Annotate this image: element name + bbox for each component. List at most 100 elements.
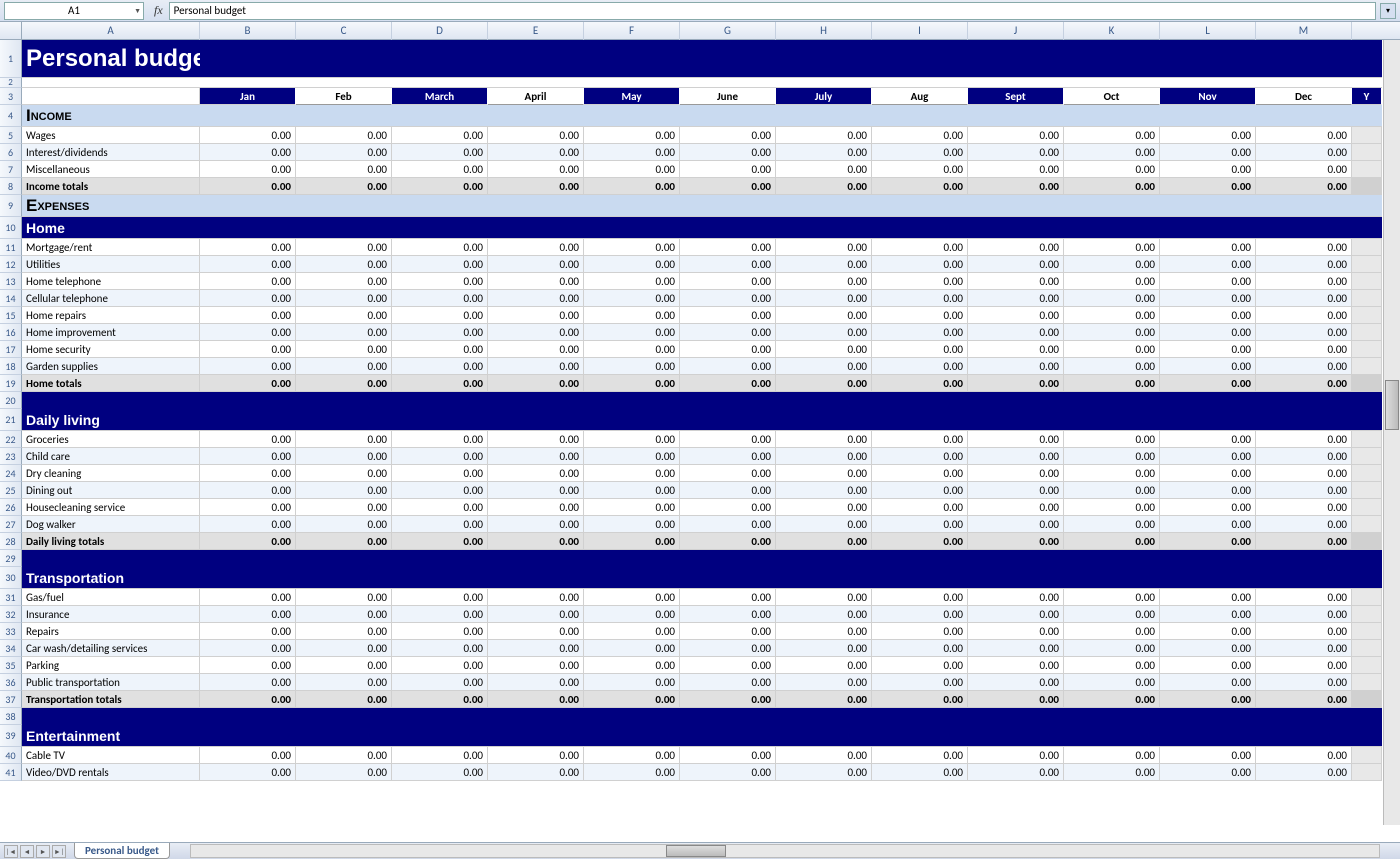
cell[interactable]: 0.00 bbox=[1160, 674, 1256, 691]
horizontal-scrollbar-thumb[interactable] bbox=[666, 845, 726, 857]
cell[interactable]: 0.00 bbox=[200, 465, 296, 482]
cell[interactable]: 0.00 bbox=[584, 674, 680, 691]
column-header[interactable]: B bbox=[200, 22, 296, 40]
tab-nav-last-icon[interactable]: ►| bbox=[52, 845, 66, 858]
cell[interactable]: 0.00 bbox=[872, 465, 968, 482]
cell[interactable]: 0.00 bbox=[1256, 482, 1352, 499]
cell[interactable]: 0.00 bbox=[1256, 290, 1352, 307]
row-label[interactable]: Home telephone bbox=[22, 273, 200, 290]
cell[interactable]: 0.00 bbox=[1160, 516, 1256, 533]
cell[interactable]: 0.00 bbox=[488, 533, 584, 550]
cell[interactable] bbox=[1064, 105, 1160, 127]
cell[interactable]: 0.00 bbox=[488, 178, 584, 195]
cell[interactable] bbox=[1160, 708, 1256, 725]
cell[interactable]: 0.00 bbox=[1160, 589, 1256, 606]
cell[interactable]: 0.00 bbox=[1256, 341, 1352, 358]
cell[interactable] bbox=[776, 105, 872, 127]
cell[interactable]: 0.00 bbox=[392, 431, 488, 448]
cell[interactable]: 0.00 bbox=[872, 674, 968, 691]
cell[interactable] bbox=[1352, 725, 1382, 747]
cell[interactable]: 0.00 bbox=[1256, 178, 1352, 195]
cell[interactable] bbox=[1064, 567, 1160, 589]
cell[interactable]: 0.00 bbox=[488, 674, 584, 691]
cell[interactable]: 0.00 bbox=[1160, 448, 1256, 465]
cell[interactable]: 0.00 bbox=[776, 589, 872, 606]
cell[interactable]: 0.00 bbox=[296, 324, 392, 341]
cell[interactable] bbox=[1160, 392, 1256, 409]
cell[interactable]: 0.00 bbox=[1064, 606, 1160, 623]
cell[interactable]: 0.00 bbox=[296, 516, 392, 533]
cell[interactable]: 0.00 bbox=[1064, 161, 1160, 178]
cell[interactable]: 0.00 bbox=[872, 640, 968, 657]
cell[interactable]: 0.00 bbox=[584, 589, 680, 606]
row-label[interactable]: Public transportation bbox=[22, 674, 200, 691]
cell[interactable]: 0.00 bbox=[488, 640, 584, 657]
cell[interactable] bbox=[200, 409, 296, 431]
cell[interactable]: 0.00 bbox=[968, 273, 1064, 290]
cell[interactable]: 0.00 bbox=[200, 178, 296, 195]
cell[interactable]: 0.00 bbox=[680, 657, 776, 674]
cell[interactable] bbox=[488, 567, 584, 589]
cell[interactable] bbox=[584, 392, 680, 409]
cell[interactable]: 0.00 bbox=[776, 273, 872, 290]
row-header[interactable]: 28 bbox=[0, 533, 22, 550]
cell[interactable]: 0.00 bbox=[296, 273, 392, 290]
cell[interactable]: 0.00 bbox=[200, 358, 296, 375]
row-header[interactable]: 1 bbox=[0, 40, 22, 78]
cell[interactable]: 0.00 bbox=[392, 691, 488, 708]
cell[interactable]: 0.00 bbox=[1256, 640, 1352, 657]
cell[interactable]: 0.00 bbox=[968, 144, 1064, 161]
cell[interactable] bbox=[680, 567, 776, 589]
cell[interactable] bbox=[1352, 78, 1382, 88]
cell[interactable]: 0.00 bbox=[968, 256, 1064, 273]
cell[interactable]: 0.00 bbox=[488, 256, 584, 273]
cell[interactable]: 0.00 bbox=[776, 431, 872, 448]
cell[interactable] bbox=[200, 550, 296, 567]
cell[interactable]: 0.00 bbox=[680, 239, 776, 256]
cell[interactable]: 0.00 bbox=[968, 448, 1064, 465]
cell[interactable]: 0.00 bbox=[1256, 589, 1352, 606]
cell[interactable]: Y bbox=[1352, 88, 1382, 105]
cell[interactable]: 0.00 bbox=[1160, 307, 1256, 324]
cell[interactable]: 0.00 bbox=[968, 161, 1064, 178]
cell[interactable] bbox=[584, 40, 680, 78]
cell[interactable]: 0.00 bbox=[968, 482, 1064, 499]
row-label[interactable]: Car wash/detailing services bbox=[22, 640, 200, 657]
cell[interactable] bbox=[296, 105, 392, 127]
cell[interactable] bbox=[1352, 144, 1382, 161]
cell[interactable]: 0.00 bbox=[680, 482, 776, 499]
cell[interactable] bbox=[1352, 409, 1382, 431]
cell[interactable] bbox=[488, 725, 584, 747]
column-header[interactable]: D bbox=[392, 22, 488, 40]
cell[interactable] bbox=[680, 392, 776, 409]
row-header[interactable]: 7 bbox=[0, 161, 22, 178]
cell[interactable] bbox=[1160, 550, 1256, 567]
cell[interactable] bbox=[680, 409, 776, 431]
cell[interactable] bbox=[680, 105, 776, 127]
cell[interactable]: 0.00 bbox=[1256, 764, 1352, 781]
row-header[interactable]: 37 bbox=[0, 691, 22, 708]
cell[interactable]: 0.00 bbox=[680, 499, 776, 516]
cell[interactable] bbox=[968, 105, 1064, 127]
row-header[interactable]: 38 bbox=[0, 708, 22, 725]
formula-expand-icon[interactable]: ▾ bbox=[1380, 3, 1396, 19]
cell[interactable]: 0.00 bbox=[584, 533, 680, 550]
cell[interactable]: 0.00 bbox=[296, 144, 392, 161]
cell[interactable]: 0.00 bbox=[1064, 499, 1160, 516]
cell[interactable]: 0.00 bbox=[584, 640, 680, 657]
cell[interactable]: 0.00 bbox=[488, 606, 584, 623]
cell[interactable]: 0.00 bbox=[968, 657, 1064, 674]
cell[interactable]: 0.00 bbox=[1064, 375, 1160, 392]
cell[interactable]: 0.00 bbox=[392, 144, 488, 161]
row-header[interactable]: 36 bbox=[0, 674, 22, 691]
cell[interactable]: 0.00 bbox=[872, 161, 968, 178]
cell[interactable]: 0.00 bbox=[1160, 640, 1256, 657]
row-header[interactable]: 40 bbox=[0, 747, 22, 764]
row-label[interactable] bbox=[22, 550, 200, 567]
cell[interactable]: 0.00 bbox=[200, 482, 296, 499]
cell[interactable] bbox=[1352, 499, 1382, 516]
cell[interactable]: 0.00 bbox=[200, 307, 296, 324]
cell[interactable]: 0.00 bbox=[872, 358, 968, 375]
month-header[interactable]: May bbox=[584, 88, 680, 105]
cell[interactable]: 0.00 bbox=[872, 341, 968, 358]
